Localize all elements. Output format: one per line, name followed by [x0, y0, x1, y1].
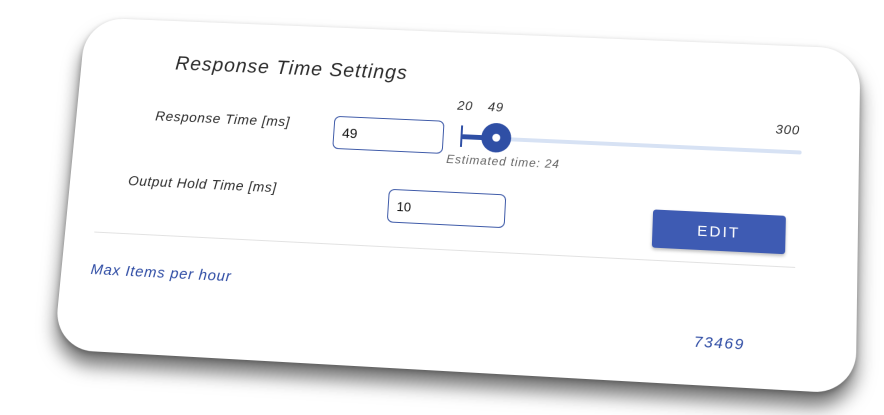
slider-thumb[interactable]	[480, 122, 512, 154]
response-time-input[interactable]	[332, 115, 445, 154]
slider-current-value: 49	[487, 99, 505, 115]
settings-card: Response Time Settings Response Time [ms…	[53, 17, 861, 395]
slider-min-value: 20	[456, 97, 474, 114]
max-items-value: 73469	[693, 333, 746, 354]
card-title: Response Time Settings	[174, 53, 409, 85]
slider-track[interactable]	[461, 135, 802, 155]
output-hold-time-input[interactable]	[386, 188, 507, 229]
response-time-label: Response Time [ms]	[154, 107, 291, 130]
edit-button[interactable]: EDIT	[651, 209, 786, 255]
screen: Response Time Settings Response Time [ms…	[0, 0, 884, 415]
slider-max-value: 300	[775, 121, 801, 138]
max-items-label: Max Items per hour	[89, 261, 233, 286]
output-hold-time-label: Output Hold Time [ms]	[127, 172, 278, 196]
response-time-slider[interactable]: 20 49 300	[453, 98, 803, 192]
